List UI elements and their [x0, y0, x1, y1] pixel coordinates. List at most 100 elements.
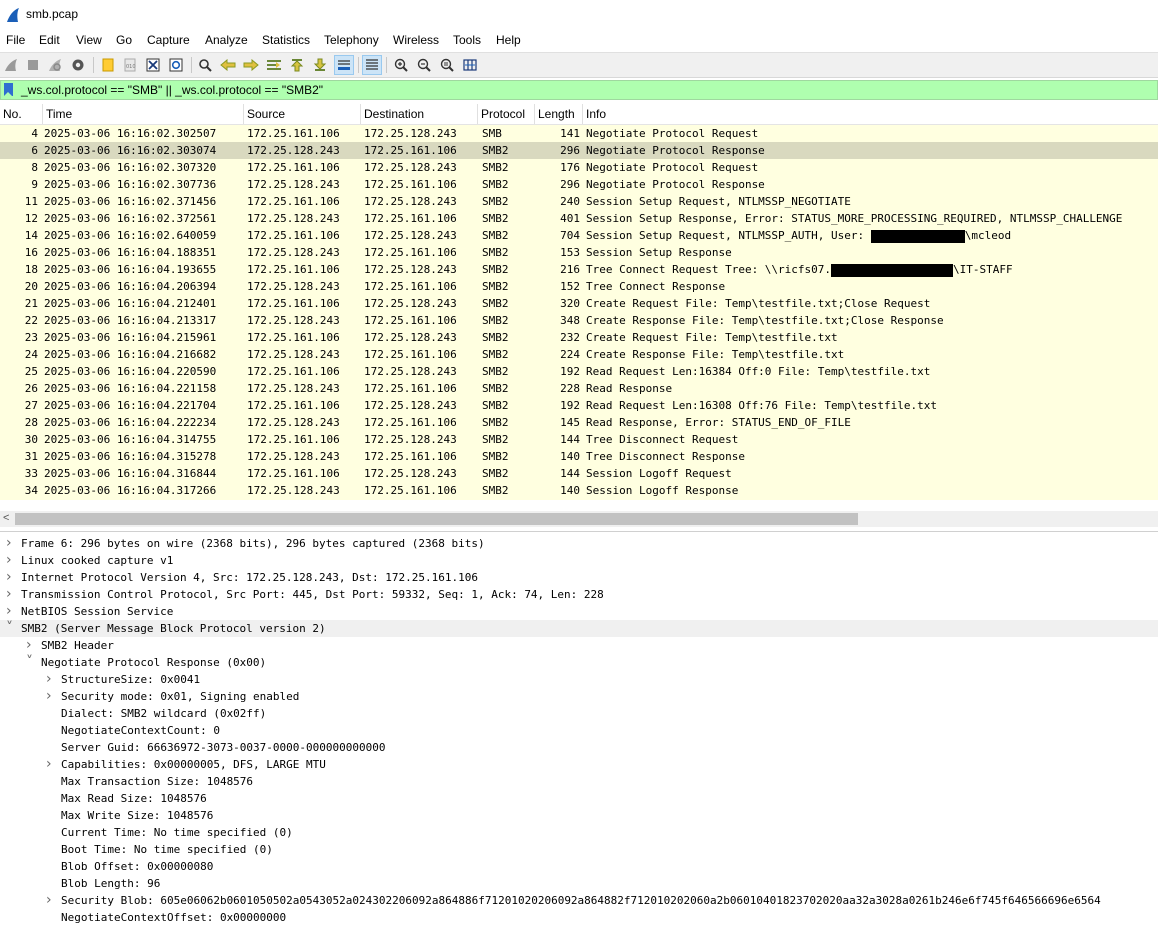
pane-divider[interactable] — [0, 531, 1158, 532]
chevron-right-icon[interactable]: › — [46, 671, 56, 688]
detail-tree-item[interactable]: Dialect: SMB2 wildcard (0x02ff) — [0, 705, 1158, 722]
packet-row[interactable]: 8 2025-03-06 16:16:02.307320 172.25.161.10… — [0, 159, 1158, 176]
detail-tree-item[interactable]: Blob Length: 96 — [0, 875, 1158, 892]
detail-tree-item[interactable]: Max Read Size: 1048576 — [0, 790, 1158, 807]
detail-tree-item[interactable]: › SMB2 Header — [0, 637, 1158, 654]
save-file-icon[interactable]: 010 — [120, 55, 140, 75]
column-header-protocol[interactable]: Protocol — [478, 104, 535, 124]
chevron-right-icon[interactable]: › — [6, 569, 16, 586]
menu-tools[interactable]: Tools — [453, 33, 481, 47]
menu-statistics[interactable]: Statistics — [262, 33, 310, 47]
detail-tree-item[interactable]: › Internet Protocol Version 4, Src: 172.2… — [0, 569, 1158, 586]
detail-tree-item[interactable]: › Capabilities: 0x00000005, DFS, LARGE MT… — [0, 756, 1158, 773]
packet-list-horizontal-scrollbar[interactable]: < — [0, 511, 1158, 527]
menu-go[interactable]: Go — [116, 33, 132, 47]
packet-row[interactable]: 27 2025-03-06 16:16:04.221704 172.25.161.1… — [0, 397, 1158, 414]
zoom-normal-icon[interactable] — [437, 55, 457, 75]
packet-row[interactable]: 24 2025-03-06 16:16:04.216682 172.25.128.2… — [0, 346, 1158, 363]
menu-help[interactable]: Help — [496, 33, 521, 47]
packet-row[interactable]: 9 2025-03-06 16:16:02.307736 172.25.128.24… — [0, 176, 1158, 193]
chevron-right-icon[interactable]: › — [46, 892, 56, 909]
stop-icon[interactable] — [23, 55, 43, 75]
detail-tree-item[interactable]: › Linux cooked capture v1 — [0, 552, 1158, 569]
detail-tree-item[interactable]: Current Time: No time specified (0) — [0, 824, 1158, 841]
go-to-packet-icon[interactable] — [264, 55, 284, 75]
detail-tree-item[interactable]: › Security mode: 0x01, Signing enabled — [0, 688, 1158, 705]
display-filter-bar[interactable]: _ws.col.protocol == "SMB" || _ws.col.pro… — [0, 80, 1158, 100]
scrollbar-thumb[interactable] — [15, 513, 858, 525]
detail-tree-item[interactable]: Max Transaction Size: 1048576 — [0, 773, 1158, 790]
packet-row[interactable]: 18 2025-03-06 16:16:04.193655 172.25.161.1… — [0, 261, 1158, 278]
packet-row[interactable]: 31 2025-03-06 16:16:04.315278 172.25.128.2… — [0, 448, 1158, 465]
colorize-icon[interactable] — [362, 55, 382, 75]
packet-row[interactable]: 6 2025-03-06 16:16:02.303074 172.25.128.24… — [0, 142, 1158, 159]
menu-wireless[interactable]: Wireless — [393, 33, 439, 47]
packet-row[interactable]: 26 2025-03-06 16:16:04.221158 172.25.128.2… — [0, 380, 1158, 397]
autoscroll-icon[interactable] — [334, 55, 354, 75]
chevron-right-icon[interactable]: › — [46, 688, 56, 705]
go-back-icon[interactable] — [218, 55, 238, 75]
column-header-source[interactable]: Source — [244, 104, 361, 124]
column-header-length[interactable]: Length — [535, 104, 583, 124]
packet-row[interactable]: 12 2025-03-06 16:16:02.372561 172.25.128.2… — [0, 210, 1158, 227]
menu-telephony[interactable]: Telephony — [324, 33, 379, 47]
go-last-icon[interactable] — [310, 55, 330, 75]
detail-tree-item[interactable]: › Transmission Control Protocol, Src Port… — [0, 586, 1158, 603]
menu-edit[interactable]: Edit — [39, 33, 60, 47]
packet-row[interactable]: 14 2025-03-06 16:16:02.640059 172.25.161.1… — [0, 227, 1158, 244]
packet-list[interactable]: 4 2025-03-06 16:16:02.302507 172.25.161.10… — [0, 125, 1158, 500]
chevron-down-icon[interactable]: ˅ — [6, 620, 16, 637]
packet-row[interactable]: 21 2025-03-06 16:16:04.212401 172.25.161.1… — [0, 295, 1158, 312]
chevron-right-icon[interactable]: › — [6, 586, 16, 603]
chevron-down-icon[interactable]: ˅ — [26, 654, 36, 671]
scroll-left-icon[interactable]: < — [3, 512, 9, 524]
packet-row[interactable]: 4 2025-03-06 16:16:02.302507 172.25.161.10… — [0, 125, 1158, 142]
packet-row[interactable]: 28 2025-03-06 16:16:04.222234 172.25.128.2… — [0, 414, 1158, 431]
packet-row[interactable]: 34 2025-03-06 16:16:04.317266 172.25.128.2… — [0, 482, 1158, 499]
packet-row[interactable]: 20 2025-03-06 16:16:04.206394 172.25.128.2… — [0, 278, 1158, 295]
packet-row[interactable]: 33 2025-03-06 16:16:04.316844 172.25.161.1… — [0, 465, 1158, 482]
chevron-right-icon[interactable]: › — [6, 603, 16, 620]
go-first-icon[interactable] — [287, 55, 307, 75]
zoom-in-icon[interactable] — [391, 55, 411, 75]
packet-details-tree[interactable]: › Frame 6: 296 bytes on wire (2368 bits),… — [0, 535, 1158, 935]
packet-row[interactable]: 25 2025-03-06 16:16:04.220590 172.25.161.1… — [0, 363, 1158, 380]
find-packet-icon[interactable] — [195, 55, 215, 75]
capture-options-icon[interactable] — [68, 55, 88, 75]
menu-analyze[interactable]: Analyze — [205, 33, 248, 47]
shark-fin-start-icon[interactable] — [1, 55, 21, 75]
chevron-right-icon[interactable]: › — [46, 756, 56, 773]
menu-capture[interactable]: Capture — [147, 33, 190, 47]
restart-icon[interactable] — [45, 55, 65, 75]
chevron-right-icon[interactable]: › — [26, 637, 36, 654]
zoom-out-icon[interactable] — [414, 55, 434, 75]
detail-tree-item[interactable]: Blob Offset: 0x00000080 — [0, 858, 1158, 875]
column-header-info[interactable]: Info — [583, 104, 1158, 124]
detail-tree-item[interactable]: › StructureSize: 0x0041 — [0, 671, 1158, 688]
packet-row[interactable]: 22 2025-03-06 16:16:04.213317 172.25.128.2… — [0, 312, 1158, 329]
packet-row[interactable]: 30 2025-03-06 16:16:04.314755 172.25.161.1… — [0, 431, 1158, 448]
detail-tree-item[interactable]: NegotiateContextOffset: 0x00000000 — [0, 909, 1158, 926]
detail-tree-item[interactable]: Max Write Size: 1048576 — [0, 807, 1158, 824]
chevron-right-icon[interactable]: › — [6, 535, 16, 552]
detail-tree-item[interactable]: Server Guid: 66636972-3073-0037-0000-000… — [0, 739, 1158, 756]
column-header-destination[interactable]: Destination — [361, 104, 478, 124]
detail-tree-item[interactable]: NegotiateContextCount: 0 — [0, 722, 1158, 739]
packet-row[interactable]: 23 2025-03-06 16:16:04.215961 172.25.161.1… — [0, 329, 1158, 346]
detail-tree-item[interactable]: › NetBIOS Session Service — [0, 603, 1158, 620]
close-file-icon[interactable] — [143, 55, 163, 75]
display-filter-input[interactable]: _ws.col.protocol == "SMB" || _ws.col.pro… — [21, 83, 323, 97]
column-header-time[interactable]: Time — [43, 104, 244, 124]
bookmark-icon[interactable] — [4, 83, 13, 96]
menu-view[interactable]: View — [76, 33, 102, 47]
detail-tree-item[interactable]: Boot Time: No time specified (0) — [0, 841, 1158, 858]
go-forward-icon[interactable] — [241, 55, 261, 75]
detail-tree-item[interactable]: ˅ Negotiate Protocol Response (0x00) — [0, 654, 1158, 671]
detail-tree-item[interactable]: ˅ SMB2 (Server Message Block Protocol ver… — [0, 620, 1158, 637]
packet-row[interactable]: 11 2025-03-06 16:16:02.371456 172.25.161.1… — [0, 193, 1158, 210]
column-header-no[interactable]: No. — [0, 104, 43, 124]
menu-file[interactable]: File — [6, 33, 25, 47]
detail-tree-item[interactable]: › Frame 6: 296 bytes on wire (2368 bits),… — [0, 535, 1158, 552]
open-file-icon[interactable] — [98, 55, 118, 75]
detail-tree-item[interactable]: › Security Blob: 605e06062b0601050502a054… — [0, 892, 1158, 909]
